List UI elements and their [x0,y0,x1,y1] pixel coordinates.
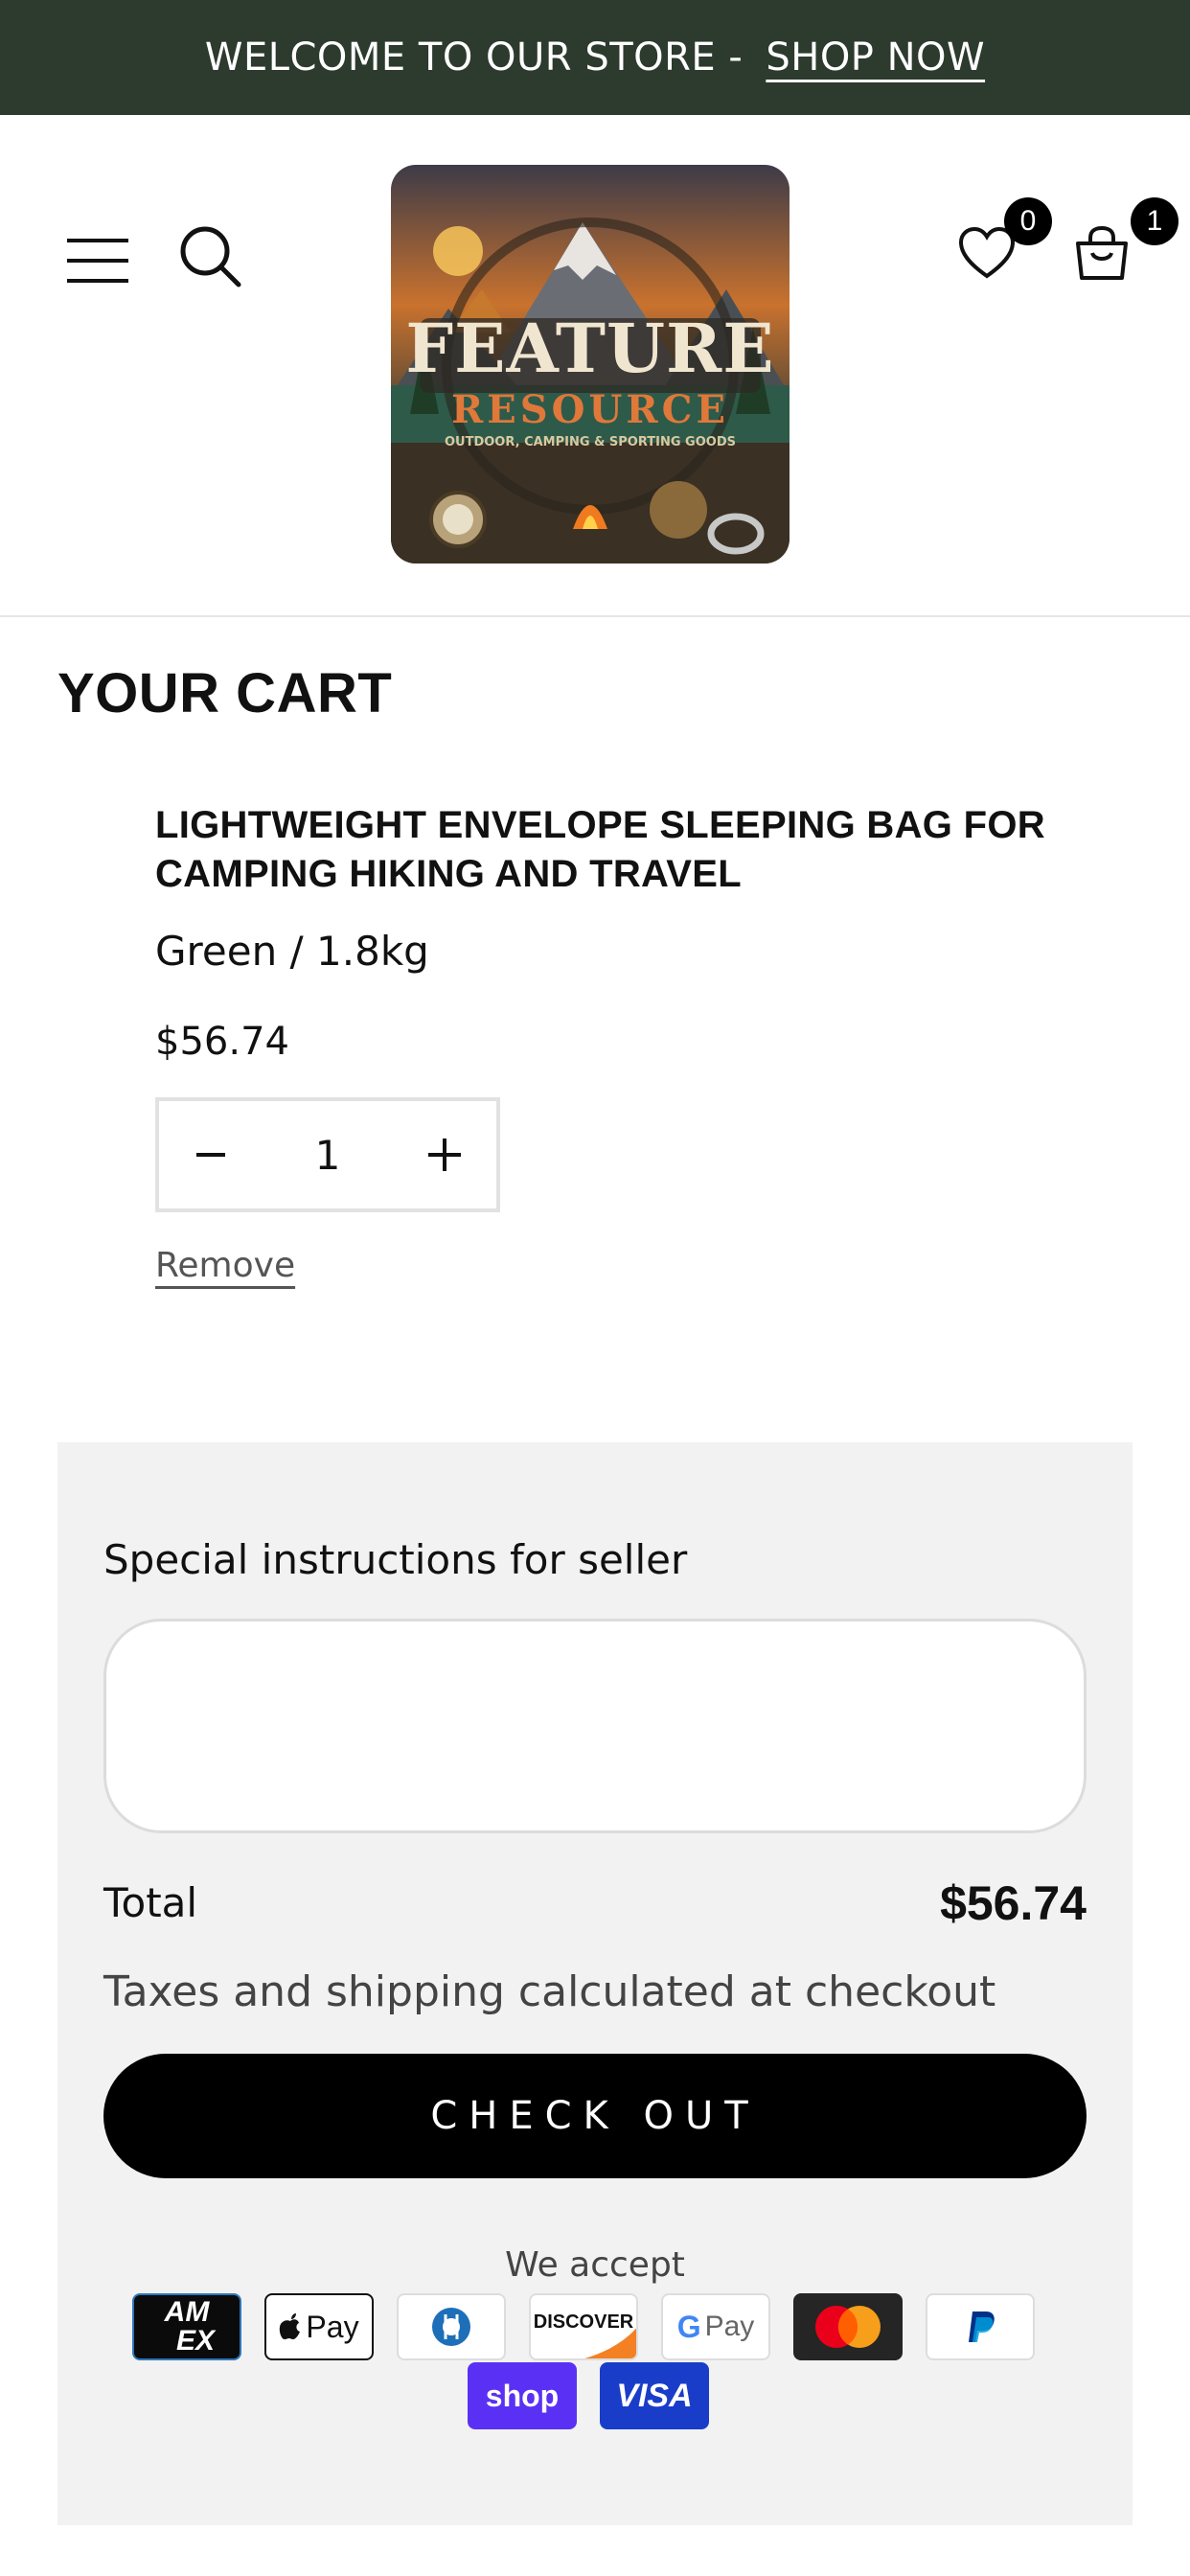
tax-note: Taxes and shipping calculated at checkou… [103,1967,996,2016]
cart-button[interactable]: 1 [1064,197,1179,291]
google-pay-label: Pay [704,2311,755,2342]
apple-pay-icon: Pay [264,2293,374,2360]
remove-item-link[interactable]: Remove [155,1246,295,1285]
logo-tagline: OUTDOOR, CAMPING & SPORTING GOODS [444,435,736,449]
checkout-button[interactable]: CHECK OUT [103,2054,1087,2178]
page-title: YOUR CART [57,662,393,724]
mastercard-circles-icon [815,2306,881,2348]
hamburger-icon [67,239,128,283]
visa-label: VISA [616,2377,693,2414]
logo-line1: FEATURE [405,309,775,388]
visa-icon: VISA [600,2362,709,2429]
mastercard-icon [793,2293,903,2360]
we-accept-label: We accept [505,2245,685,2285]
google-g-icon: G [676,2309,701,2344]
search-icon [180,226,241,288]
paypal-icon [926,2293,1035,2360]
shop-pay-icon: shop [468,2362,577,2429]
minus-icon [196,1153,225,1157]
cart-summary-panel: Special instructions for seller Total $5… [57,1442,1133,2525]
instructions-label: Special instructions for seller [103,1536,688,1583]
cart-count-badge: 1 [1131,197,1179,245]
diners-logo-icon [423,2307,480,2347]
cart-item-title[interactable]: LIGHTWEIGHT ENVELOPE SLEEPING BAG FOR CA… [155,801,1123,899]
announcement-bar: WELCOME TO OUR STORE - SHOP NOW [0,0,1190,115]
instructions-textarea[interactable] [103,1619,1087,1833]
apple-logo-icon [280,2313,301,2339]
discover-icon: DISCOVER [529,2293,638,2360]
cart-item-variant: Green / 1.8kg [155,928,429,975]
total-value: $56.74 [940,1876,1087,1930]
increase-quantity-button[interactable] [393,1101,496,1208]
diners-club-icon [397,2293,506,2360]
logo-line2: RESOURCE [451,387,729,432]
amex-line2: EX [175,2325,216,2357]
total-label: Total [103,1879,198,1926]
paypal-logo-icon [969,2312,995,2342]
decrease-quantity-button[interactable] [159,1101,263,1208]
google-pay-icon: G Pay [661,2293,770,2360]
amex-icon: AM EX [132,2293,241,2360]
quantity-stepper: 1 [155,1097,500,1212]
store-logo[interactable]: FEATURE RESOURCE OUTDOOR, CAMPING & SPOR… [391,165,790,564]
cart-item-price: $56.74 [155,1020,289,1064]
discover-label: DISCOVER [533,2311,634,2333]
wishlist-button[interactable]: 0 [949,197,1052,291]
amex-line1: AM [164,2296,210,2328]
announcement-text: WELCOME TO OUR STORE - [204,35,744,80]
wishlist-count-badge: 0 [1004,197,1052,245]
plus-icon [428,1138,461,1171]
apple-pay-label: Pay [306,2309,359,2344]
menu-button[interactable] [59,222,136,299]
cart-bag-icon [1076,225,1128,280]
search-button[interactable] [172,218,249,295]
quantity-input[interactable]: 1 [263,1132,393,1179]
shop-pay-label: shop [485,2378,560,2413]
shop-now-link[interactable]: SHOP NOW [766,35,985,80]
